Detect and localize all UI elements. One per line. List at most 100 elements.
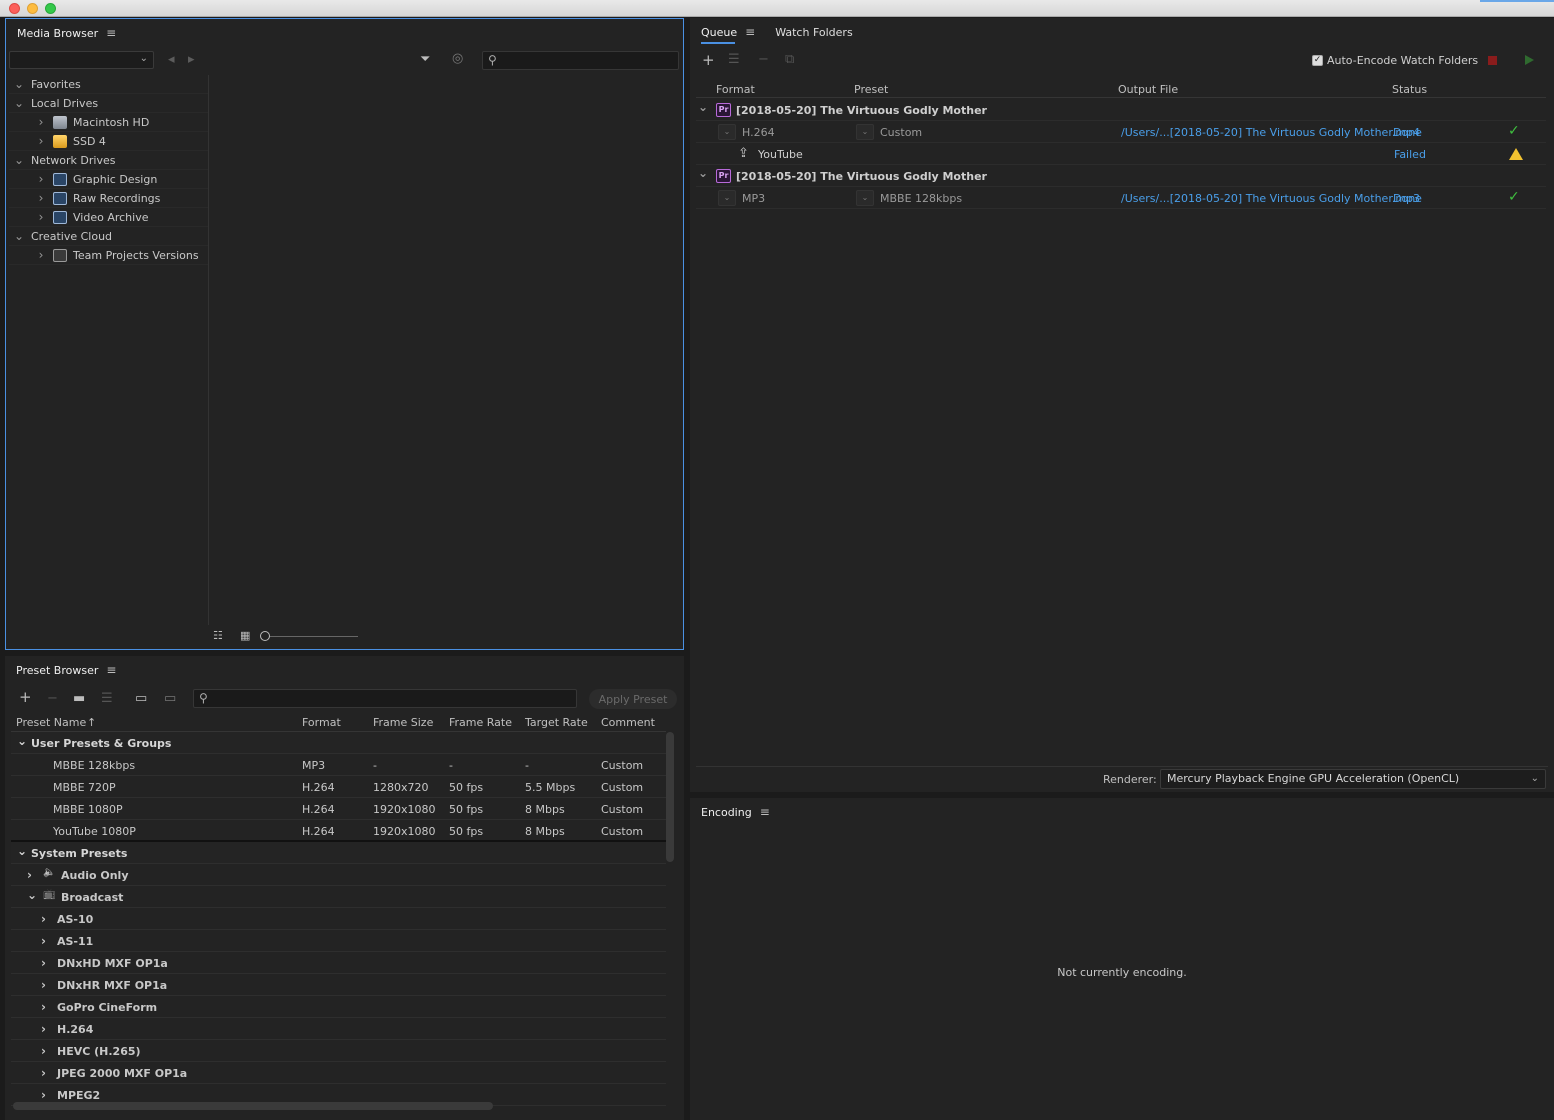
chevron-right-icon[interactable]: › [35, 115, 47, 129]
queue-output-file-link[interactable]: /Users/...[2018-05-20] The Virtuous Godl… [1121, 192, 1420, 205]
tree-item[interactable]: ⌄ Network Drives [9, 151, 208, 170]
chevron-right-icon[interactable]: › [41, 1022, 46, 1036]
column-preset-name[interactable]: Preset Name [16, 716, 86, 729]
column-frame-rate[interactable]: Frame Rate [449, 716, 512, 729]
queue-source-row[interactable]: ⌄ Pr [2018-05-20] The Virtuous Godly Mothe… [696, 165, 1546, 187]
column-format[interactable]: Format [302, 716, 341, 729]
export-preset-icon[interactable]: ▭ [164, 691, 176, 706]
location-dropdown[interactable]: ⌄ [9, 51, 154, 69]
tree-item[interactable]: › SSD 4 [9, 132, 208, 151]
chevron-down-icon[interactable]: ⌄ [13, 96, 25, 110]
chevron-down-icon[interactable]: ⌄ [13, 153, 25, 167]
horizontal-scrollbar[interactable] [13, 1102, 493, 1110]
tree-item[interactable]: › Video Archive [9, 208, 208, 227]
chevron-right-icon[interactable]: › [41, 912, 46, 926]
chevron-down-icon[interactable]: ⌄ [13, 229, 25, 243]
queue-output-preset[interactable]: Custom [880, 126, 922, 139]
preset-row[interactable]: YouTube 1080P H.264 1920x1080 50 fps 8 Mbps C… [11, 820, 666, 842]
system-preset-row[interactable]: › 🔈 Audio Only [11, 864, 666, 886]
list-view-icon[interactable]: ☷ [213, 629, 223, 642]
filter-icon[interactable]: ⏷ [420, 52, 430, 67]
forward-arrow-icon[interactable]: ▸ [188, 52, 195, 67]
format-dropdown[interactable]: ⌄ [718, 190, 736, 206]
tab-media-browser[interactable]: Media Browser ≡ [17, 26, 116, 40]
system-preset-row[interactable]: › JPEG 2000 MXF OP1a [11, 1062, 666, 1084]
queue-output-format[interactable]: H.264 [742, 126, 775, 139]
vertical-scrollbar[interactable] [666, 732, 674, 862]
system-preset-row[interactable]: › HEVC (H.265) [11, 1040, 666, 1062]
zoom-slider-track[interactable] [268, 636, 358, 637]
duplicate-icon[interactable]: ⧉ [785, 52, 794, 67]
queue-output-row[interactable]: ⌄ MP3 ⌄ MBBE 128kbps/Users/...[2018-05-20] … [696, 187, 1546, 209]
new-group-icon[interactable]: ▬ [73, 691, 85, 706]
start-queue-button[interactable] [1525, 55, 1534, 65]
tree-item[interactable]: › Graphic Design [9, 170, 208, 189]
queue-settings-icon[interactable]: ☰ [728, 52, 740, 67]
system-preset-row[interactable]: › AS-11 [11, 930, 666, 952]
chevron-down-icon[interactable]: ⌄ [13, 77, 25, 91]
preset-row[interactable]: MBBE 128kbps MP3 - - - Custom [11, 754, 666, 776]
column-frame-size[interactable]: Frame Size [373, 716, 433, 729]
preset-row[interactable]: MBBE 1080P H.264 1920x1080 50 fps 8 Mbps Cust… [11, 798, 666, 820]
preset-dropdown[interactable]: ⌄ [856, 124, 874, 140]
chevron-right-icon[interactable]: › [35, 248, 47, 262]
column-comment[interactable]: Comment [601, 716, 655, 729]
checkbox-icon[interactable]: ✓ [1312, 55, 1323, 66]
chevron-right-icon[interactable]: › [41, 934, 46, 948]
system-preset-row[interactable]: ⌄ 📺 Broadcast [11, 886, 666, 908]
preset-search-input[interactable]: ⚲ [193, 689, 577, 708]
chevron-right-icon[interactable]: › [41, 1000, 46, 1014]
auto-encode-toggle[interactable]: ✓ Auto-Encode Watch Folders [1312, 54, 1478, 67]
chevron-right-icon[interactable]: › [41, 978, 46, 992]
apply-preset-button[interactable]: Apply Preset [589, 689, 677, 709]
tree-item[interactable]: ⌄ Local Drives [9, 94, 208, 113]
column-target-rate[interactable]: Target Rate [525, 716, 588, 729]
remove-preset-icon[interactable]: − [47, 691, 58, 706]
stop-queue-button[interactable] [1488, 56, 1497, 65]
chevron-right-icon[interactable]: › [27, 868, 32, 882]
hamburger-menu-icon[interactable]: ≡ [106, 663, 116, 677]
chevron-right-icon[interactable]: › [41, 1044, 46, 1058]
system-preset-row[interactable]: › GoPro CineForm [11, 996, 666, 1018]
view-toggle-icon[interactable]: ◎ [452, 51, 463, 66]
window-close-button[interactable] [9, 3, 20, 14]
preset-group-row[interactable]: ⌄ System Presets [11, 842, 666, 864]
chevron-down-icon[interactable]: ⌄ [27, 888, 37, 902]
system-preset-row[interactable]: › AS-10 [11, 908, 666, 930]
tree-item[interactable]: ⌄ Creative Cloud [9, 227, 208, 246]
tab-preset-browser[interactable]: Preset Browser ≡ [16, 663, 116, 677]
back-arrow-icon[interactable]: ◂ [168, 52, 175, 67]
system-preset-row[interactable]: › DNxHR MXF OP1a [11, 974, 666, 996]
tree-item[interactable]: ⌄ Favorites [9, 75, 208, 94]
tree-item[interactable]: › Team Projects Versions [9, 246, 208, 265]
chevron-down-icon[interactable]: ⌄ [698, 100, 708, 114]
queue-output-row[interactable]: ⇪ YouTube Failed [696, 143, 1546, 165]
renderer-dropdown[interactable]: Mercury Playback Engine GPU Acceleration… [1160, 769, 1546, 789]
window-maximize-button[interactable] [45, 3, 56, 14]
window-minimize-button[interactable] [27, 3, 38, 14]
hamburger-menu-icon[interactable]: ≡ [760, 805, 770, 819]
tab-queue[interactable]: Queue ≡ [701, 25, 755, 44]
hamburger-menu-icon[interactable]: ≡ [106, 26, 116, 40]
preset-settings-icon[interactable]: ☰ [101, 691, 113, 706]
chevron-right-icon[interactable]: › [41, 1088, 46, 1102]
queue-source-row[interactable]: ⌄ Pr [2018-05-20] The Virtuous Godly Mothe… [696, 99, 1546, 121]
media-search-input[interactable]: ⚲ [482, 51, 679, 70]
queue-output-format[interactable]: MP3 [742, 192, 765, 205]
system-preset-row[interactable]: › DNxHD MXF OP1a [11, 952, 666, 974]
chevron-right-icon[interactable]: › [35, 172, 47, 186]
tab-watch-folders[interactable]: Watch Folders [775, 26, 852, 39]
format-dropdown[interactable]: ⌄ [718, 124, 736, 140]
chevron-down-icon[interactable]: ⌄ [17, 734, 27, 748]
chevron-right-icon[interactable]: › [41, 956, 46, 970]
chevron-down-icon[interactable]: ⌄ [698, 166, 708, 180]
tree-item[interactable]: › Macintosh HD [9, 113, 208, 132]
chevron-right-icon[interactable]: › [41, 1066, 46, 1080]
add-source-icon[interactable]: + [702, 51, 715, 69]
preset-group-row[interactable]: ⌄ User Presets & Groups [11, 732, 666, 754]
thumbnail-view-icon[interactable]: ▦ [240, 629, 250, 642]
chevron-right-icon[interactable]: › [35, 210, 47, 224]
add-preset-icon[interactable]: + [19, 688, 32, 706]
remove-item-icon[interactable]: − [758, 52, 769, 67]
preset-dropdown[interactable]: ⌄ [856, 190, 874, 206]
